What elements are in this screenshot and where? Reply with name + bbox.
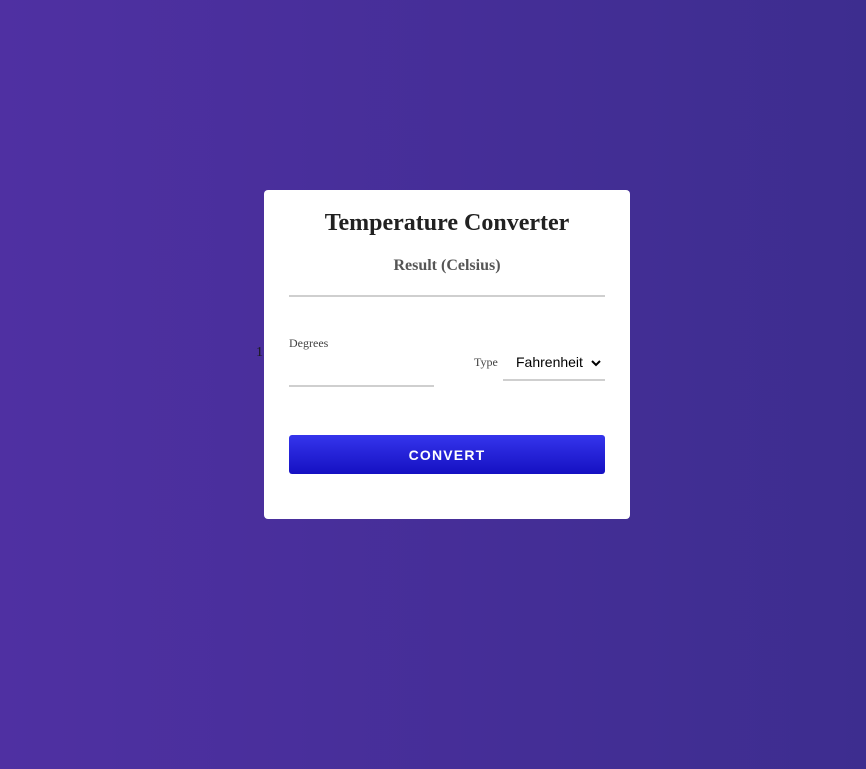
chevron-down-icon xyxy=(591,360,601,367)
stray-text: 1 xyxy=(256,345,263,360)
converter-card: Temperature Converter Result (Celsius) D… xyxy=(264,190,630,519)
degrees-input[interactable] xyxy=(289,355,434,387)
type-label: Type xyxy=(474,355,498,369)
result-label: Result (Celsius) xyxy=(393,257,501,274)
page-title: Temperature Converter xyxy=(324,210,570,236)
type-selected-value: Fahrenheit xyxy=(516,354,583,370)
type-select[interactable]: Fahrenheit xyxy=(503,350,605,381)
degrees-label: Degrees xyxy=(289,336,329,350)
result-underline xyxy=(289,295,605,297)
convert-button[interactable]: CONVERT xyxy=(289,435,605,474)
